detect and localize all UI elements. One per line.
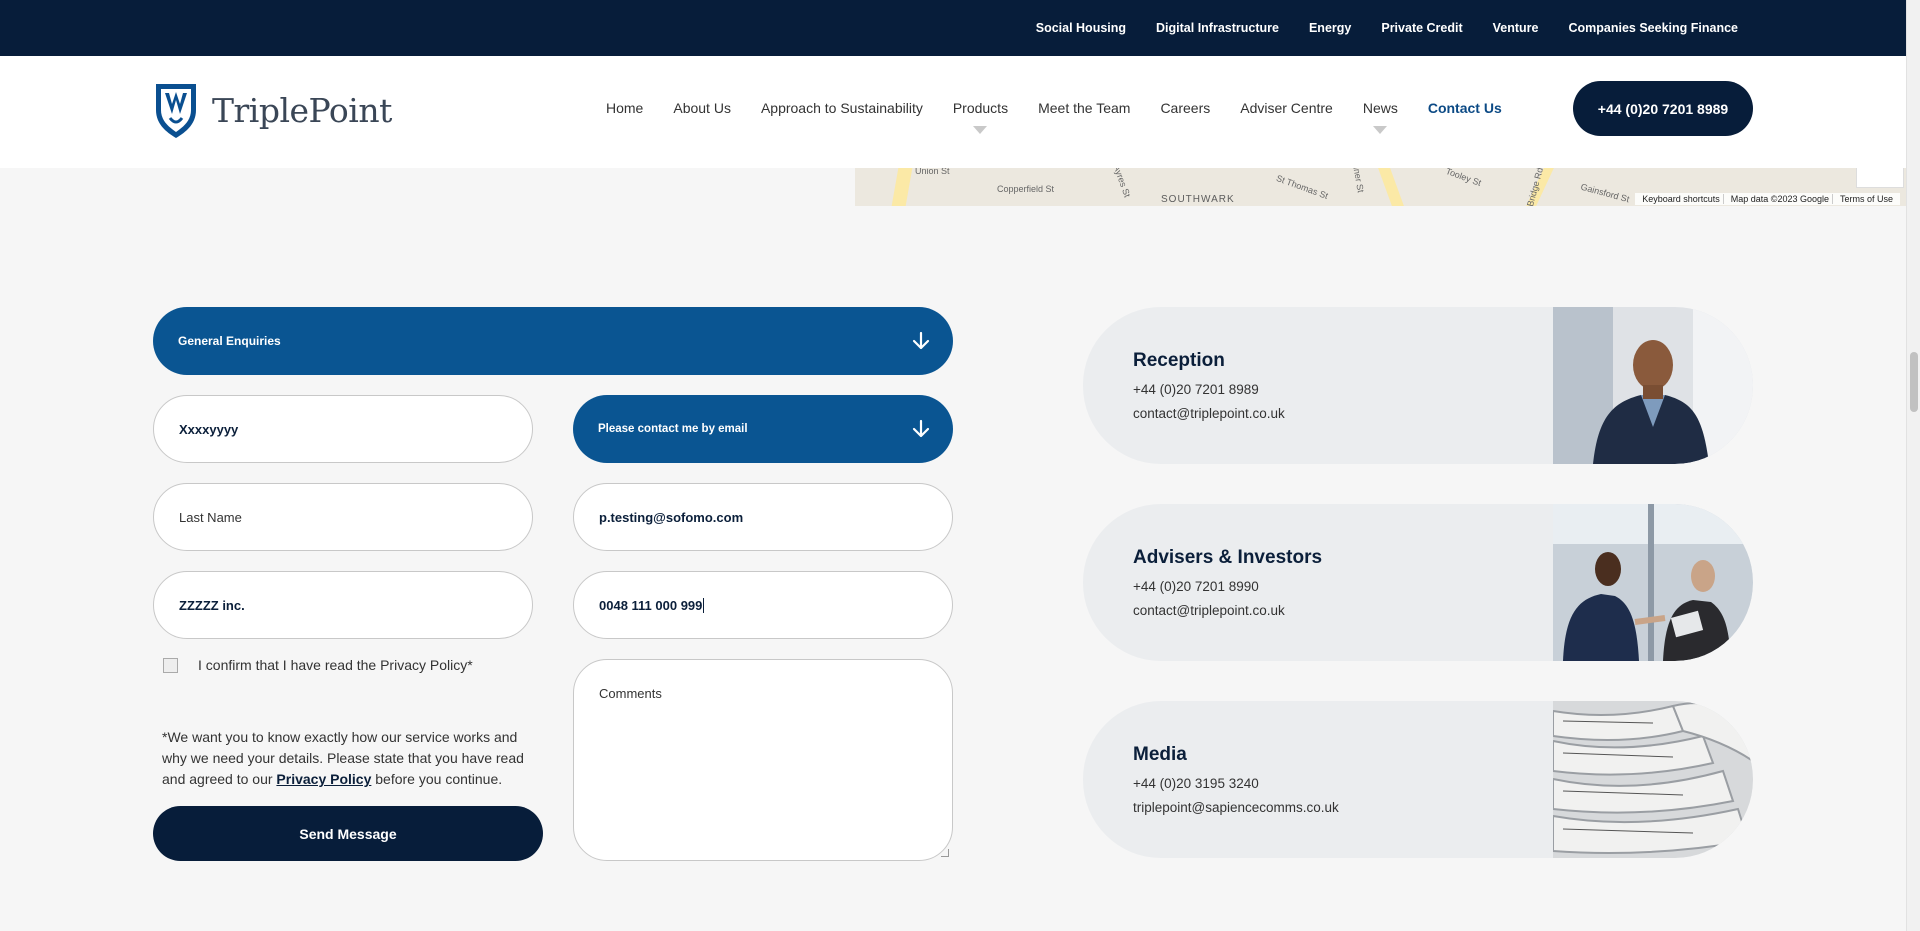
- map-street-label: Joiner St: [1349, 168, 1366, 194]
- last-name-field[interactable]: Last Name: [153, 483, 533, 551]
- contact-card-phone[interactable]: +44 (0)20 3195 3240: [1133, 776, 1259, 791]
- top-utility-bar: Social Housing Digital Infrastructure En…: [0, 0, 1906, 56]
- nav-careers[interactable]: Careers: [1160, 100, 1210, 116]
- map-street-label: Tooley St: [1444, 168, 1483, 189]
- contact-card-title: Advisers & Investors: [1133, 547, 1323, 568]
- privacy-notice-text-end: before you continue.: [371, 771, 503, 787]
- nav-approach-to-sustainability[interactable]: Approach to Sustainability: [761, 100, 923, 116]
- map-data-attribution: Map data ©2023 Google: [1728, 194, 1833, 204]
- map-controls[interactable]: [1856, 168, 1904, 188]
- contact-card-email[interactable]: triplepoint@sapiencecomms.co.uk: [1133, 800, 1339, 815]
- nav-home[interactable]: Home: [606, 100, 643, 116]
- sector-link-energy[interactable]: Energy: [1309, 21, 1351, 35]
- contact-preference-select[interactable]: Please contact me by email: [573, 395, 953, 463]
- dropdown-caret-icon: [973, 126, 988, 134]
- map-street-label: Gainsford St: [1579, 181, 1631, 205]
- nav-contact-us[interactable]: Contact Us: [1428, 100, 1502, 116]
- contact-preference-value: Please contact me by email: [598, 423, 748, 435]
- map-street-label: Copperfield St: [997, 184, 1055, 194]
- comments-textarea[interactable]: Comments: [573, 659, 953, 861]
- nav-adviser-centre[interactable]: Adviser Centre: [1240, 100, 1333, 116]
- sector-link-social-housing[interactable]: Social Housing: [1036, 21, 1126, 35]
- company-field[interactable]: ZZZZZ inc.: [153, 571, 533, 639]
- map-street-label: St Thomas St: [1274, 173, 1330, 201]
- arrow-down-icon: [912, 331, 930, 350]
- nav-news-label: News: [1362, 100, 1398, 116]
- privacy-notice: *We want you to know exactly how our ser…: [162, 727, 542, 790]
- map-street-label: Ayres St: [1111, 168, 1133, 199]
- sector-link-companies-seeking-finance[interactable]: Companies Seeking Finance: [1569, 21, 1739, 35]
- first-name-field[interactable]: Xxxxyyyy: [153, 395, 533, 463]
- nav-products-label: Products: [952, 100, 1009, 116]
- location-map[interactable]: Union St Copperfield St Ayres St St Thom…: [855, 168, 1906, 206]
- scrollbar-thumb[interactable]: [1910, 352, 1918, 412]
- privacy-confirm-row: I confirm that I have read the Privacy P…: [163, 657, 473, 673]
- nav-news[interactable]: News: [1362, 100, 1398, 134]
- newspapers-image: [1553, 701, 1753, 858]
- map-road: [1378, 168, 1404, 206]
- send-message-button[interactable]: Send Message: [153, 806, 543, 861]
- map-district-label: SOUTHWARK: [1161, 194, 1235, 205]
- contact-card-email[interactable]: contact@triplepoint.co.uk: [1133, 603, 1285, 618]
- nav-products[interactable]: Products: [952, 100, 1009, 134]
- contact-card-email[interactable]: contact@triplepoint.co.uk: [1133, 406, 1285, 421]
- telephone-field[interactable]: 0048 111 000 999: [573, 571, 953, 639]
- last-name-placeholder: Last Name: [179, 509, 242, 525]
- sector-link-private-credit[interactable]: Private Credit: [1381, 21, 1462, 35]
- enquiry-type-select[interactable]: General Enquiries: [153, 307, 953, 375]
- handshake-image: [1553, 504, 1753, 661]
- reception-portrait-image: [1553, 307, 1753, 464]
- privacy-confirm-checkbox[interactable]: [163, 657, 178, 673]
- arrow-down-icon: [912, 419, 930, 438]
- main-header: TriplePoint Home About Us Approach to Su…: [0, 56, 1906, 168]
- phone-call-button[interactable]: +44 (0)20 7201 8989: [1573, 81, 1753, 136]
- first-name-value: Xxxxyyyy: [179, 421, 239, 437]
- map-terms-link[interactable]: Terms of Use: [1837, 194, 1896, 204]
- company-value: ZZZZZ inc.: [179, 597, 245, 613]
- contact-card-media: Media +44 (0)20 3195 3240 triplepoint@sa…: [1083, 701, 1753, 858]
- contact-card-advisers-investors: Advisers & Investors +44 (0)20 7201 8990…: [1083, 504, 1753, 661]
- contact-card-title: Media: [1133, 744, 1187, 765]
- nav-meet-the-team[interactable]: Meet the Team: [1038, 100, 1130, 116]
- map-keyboard-shortcuts-link[interactable]: Keyboard shortcuts: [1639, 194, 1724, 204]
- telephone-value: 0048 111 000 999: [599, 597, 703, 613]
- logo-wordmark: TriplePoint: [212, 90, 392, 130]
- text-cursor: [703, 597, 705, 613]
- privacy-confirm-label: I confirm that I have read the Privacy P…: [198, 657, 473, 673]
- map-credits: Keyboard shortcuts Map data ©2023 Google…: [1635, 193, 1900, 205]
- sector-link-venture[interactable]: Venture: [1493, 21, 1539, 35]
- enquiry-type-value: General Enquiries: [178, 334, 281, 348]
- email-value: p.testing@sofomo.com: [599, 509, 744, 525]
- contact-card-phone[interactable]: +44 (0)20 7201 8990: [1133, 579, 1259, 594]
- sector-link-digital-infrastructure[interactable]: Digital Infrastructure: [1156, 21, 1279, 35]
- map-road: [891, 168, 913, 206]
- page-scrollbar[interactable]: [1906, 0, 1920, 931]
- nav-about-us[interactable]: About Us: [673, 100, 731, 116]
- resize-grip-icon[interactable]: [941, 849, 949, 857]
- contact-card-title: Reception: [1133, 350, 1225, 371]
- privacy-policy-link[interactable]: Privacy Policy: [276, 771, 371, 787]
- contact-card-reception: Reception +44 (0)20 7201 8989 contact@tr…: [1083, 307, 1753, 464]
- triplepoint-shield-icon: [156, 84, 196, 138]
- map-street-label: Union St: [915, 168, 950, 176]
- dropdown-caret-icon: [1373, 126, 1388, 134]
- comments-placeholder: Comments: [599, 686, 662, 701]
- sector-links: Social Housing Digital Infrastructure En…: [1036, 0, 1738, 56]
- email-field[interactable]: p.testing@sofomo.com: [573, 483, 953, 551]
- contact-card-phone[interactable]: +44 (0)20 7201 8989: [1133, 382, 1259, 397]
- main-nav: Home About Us Approach to Sustainability…: [606, 56, 1502, 160]
- site-logo[interactable]: TriplePoint: [152, 80, 392, 140]
